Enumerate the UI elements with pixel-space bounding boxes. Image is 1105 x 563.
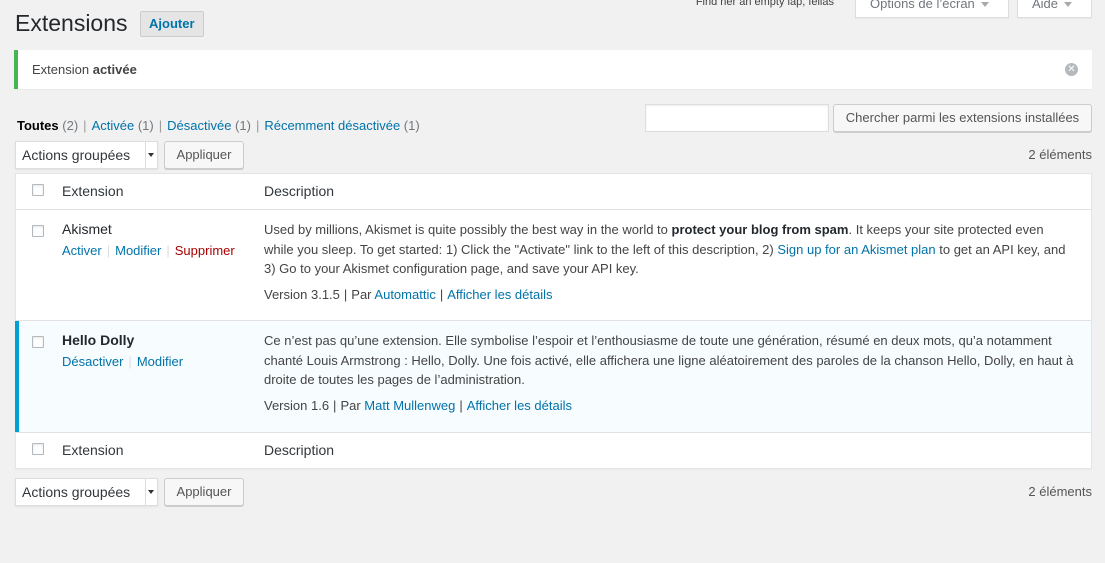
items-count-top: 2 éléments (1028, 147, 1092, 162)
author-link[interactable]: Automattic (374, 287, 435, 302)
plugin-row-actions: Activer | Modifier | Supprimer (62, 243, 235, 258)
add-new-plugin-button[interactable]: Ajouter (140, 11, 204, 37)
akismet-signup-link[interactable]: Sign up for an Akismet plan (777, 242, 935, 257)
notice-text: Extension (32, 62, 90, 77)
plugin-name: Hello Dolly (62, 332, 135, 348)
filter-inactive[interactable]: Désactivée (1) (167, 118, 251, 133)
filter-all[interactable]: Toutes (2) (17, 118, 78, 133)
author-link[interactable]: Matt Mullenweg (364, 398, 455, 413)
plugin-version-info: Version 1.6 | Par Matt Mullenweg | Afficher … (264, 398, 572, 413)
column-description: Description (264, 183, 335, 199)
column-description-footer: Description (264, 442, 335, 458)
view-details-link[interactable]: Afficher les détails (447, 287, 552, 302)
plugin-checkbox[interactable] (32, 336, 44, 348)
view-details-link[interactable]: Afficher les détails (467, 398, 572, 413)
plugin-status-filters: Toutes (2) | Activée (1) | Désactivée (1) | Ré… (17, 118, 420, 133)
deactivate-link[interactable]: Désactiver (62, 354, 123, 369)
apply-bulk-button-bottom[interactable]: Appliquer (164, 478, 244, 506)
column-extension-footer: Extension (62, 442, 124, 458)
table-footer: Extension Description (16, 432, 1091, 468)
plugin-checkbox[interactable] (32, 225, 44, 237)
plugin-row-akismet: Akismet Activer | Modifier | Supprimer Used … (16, 210, 1091, 321)
caret-down-icon (1064, 2, 1073, 8)
bulk-actions-select-top[interactable]: Actions groupées (15, 141, 158, 169)
apply-bulk-button-top[interactable]: Appliquer (164, 141, 244, 169)
search-plugins-button[interactable]: Chercher parmi les extensions installées (833, 104, 1092, 132)
dismiss-icon[interactable]: ✕ (1065, 63, 1078, 76)
help-label: Aide (1032, 0, 1059, 11)
column-extension: Extension (62, 183, 124, 199)
help-button[interactable]: Aide (1017, 0, 1092, 18)
select-all-checkbox[interactable] (32, 184, 44, 196)
plugin-version-info: Version 3.1.5 | Par Automattic | Afficher le… (264, 287, 553, 302)
table-header: Extension Description (16, 174, 1091, 210)
select-all-checkbox-footer[interactable] (32, 443, 44, 455)
dropdown-arrow-icon (145, 479, 157, 505)
plugin-row-hello-dolly: Hello Dolly Désactiver | Modifier Ce n’est… (15, 321, 1091, 432)
plugin-description: Used by millions, Akismet is quite possi… (264, 222, 1066, 276)
success-notice: Extension activée ✕ (14, 50, 1092, 89)
caret-down-icon (980, 2, 989, 8)
plugin-name: Akismet (62, 221, 112, 237)
edit-link[interactable]: Modifier (115, 243, 161, 258)
items-count-bottom: 2 éléments (1028, 484, 1092, 499)
edit-link[interactable]: Modifier (137, 354, 183, 369)
screen-options-label: Options de l’écran (870, 0, 975, 11)
hello-dolly-lyric: Find her an empty lap, fellas (695, 0, 834, 8)
screen-options-button[interactable]: Options de l’écran (855, 0, 1009, 18)
filter-active[interactable]: Activée (1) (92, 118, 154, 133)
bulk-actions-select-bottom[interactable]: Actions groupées (15, 478, 158, 506)
plugin-row-actions: Désactiver | Modifier (62, 354, 184, 369)
delete-link[interactable]: Supprimer (175, 243, 235, 258)
page-title: Extensions (15, 10, 128, 36)
plugin-description: Ce n’est pas qu’une extension. Elle symb… (264, 333, 1074, 387)
plugins-table: Extension Description Akismet Activer | Mo… (15, 173, 1092, 469)
filter-recently-inactive[interactable]: Récemment désactivée (1) (264, 118, 419, 133)
plugin-search-input[interactable] (645, 104, 829, 132)
activate-link[interactable]: Activer (62, 243, 102, 258)
notice-text-bold: activée (92, 62, 137, 77)
dropdown-arrow-icon (145, 142, 157, 168)
